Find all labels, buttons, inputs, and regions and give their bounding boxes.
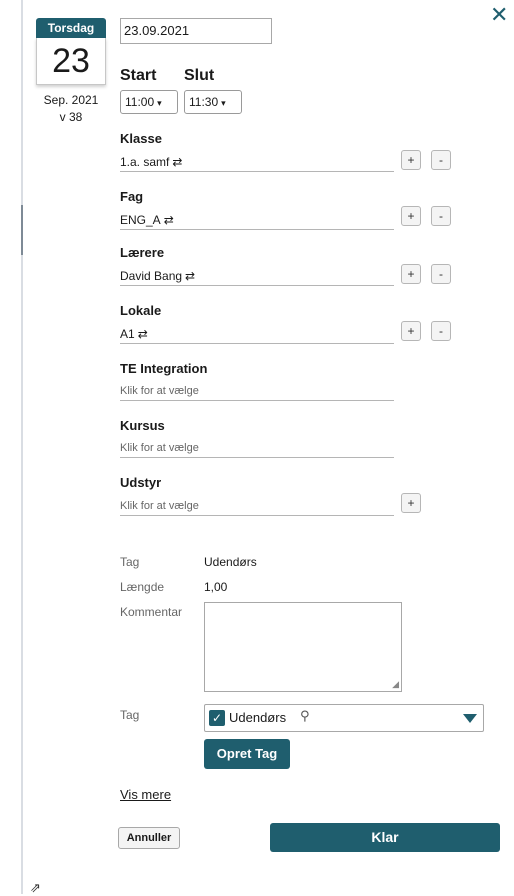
close-icon[interactable]: ✕ (490, 4, 508, 26)
tag-info-value: Udendørs (204, 555, 257, 569)
date-input[interactable]: 23.09.2021 (120, 18, 272, 44)
swap-icon[interactable]: ⇄ (172, 155, 182, 169)
klasse-add-button[interactable]: + (401, 150, 421, 170)
fag-remove-button[interactable]: - (431, 206, 451, 226)
lokale-field[interactable]: A1 ⇄ (120, 325, 394, 344)
left-panel-scroll-indicator[interactable] (21, 205, 23, 255)
start-time-value: 11:00 (125, 95, 155, 109)
calendar-day: 23 (36, 38, 106, 85)
laerere-value: David Bang (120, 269, 183, 283)
udstyr-field[interactable]: Klik for at vælge (120, 497, 394, 516)
lokale-remove-button[interactable]: - (431, 321, 451, 341)
length-value: 1,00 (204, 580, 228, 594)
tag-info-label: Tag (120, 555, 140, 569)
fag-field[interactable]: ENG_A ⇄ (120, 211, 394, 230)
udstyr-label: Udstyr (120, 475, 162, 490)
tag-select[interactable]: ✓ Udendørs ⚲ (204, 704, 484, 732)
kursus-field[interactable]: Klik for at vælge (120, 439, 394, 458)
te-integration-label: TE Integration (120, 361, 208, 376)
udstyr-add-button[interactable]: + (401, 493, 421, 513)
tag-select-label: Tag (120, 708, 140, 722)
laerere-label: Lærere (120, 245, 165, 260)
calendar-week: v 38 (59, 110, 83, 124)
klasse-label: Klasse (120, 131, 162, 146)
checkbox-checked-icon[interactable]: ✓ (209, 710, 225, 726)
comment-label: Kommentar (120, 605, 183, 619)
search-icon[interactable]: ⚲ (300, 708, 310, 724)
chevron-down-icon: ▾ (221, 98, 226, 108)
tag-select-value: Udendørs (229, 710, 287, 725)
length-label: Længde (120, 580, 165, 594)
resize-grip-icon[interactable]: ◢ (392, 679, 399, 690)
fag-add-button[interactable]: + (401, 206, 421, 226)
swap-icon[interactable]: ⇄ (138, 327, 148, 341)
klasse-value: 1.a. samf (120, 155, 170, 169)
fag-label: Fag (120, 189, 144, 204)
klasse-remove-button[interactable]: - (431, 150, 451, 170)
start-time-select[interactable]: 11:00 ▾ (120, 90, 178, 114)
lokale-label: Lokale (120, 303, 162, 318)
chevron-down-icon: ▾ (157, 98, 162, 108)
klasse-field[interactable]: 1.a. samf ⇄ (120, 153, 394, 172)
laerere-add-button[interactable]: + (401, 264, 421, 284)
swap-icon[interactable]: ⇄ (164, 213, 174, 227)
slut-time-value: 11:30 (189, 95, 219, 109)
calendar-month: Sep. 2021 (43, 93, 99, 107)
dropdown-arrow-icon[interactable] (463, 714, 477, 723)
start-label: Start (120, 67, 157, 84)
laerere-remove-button[interactable]: - (431, 264, 451, 284)
te-integration-field[interactable]: Klik for at vælge (120, 382, 394, 401)
lokale-add-button[interactable]: + (401, 321, 421, 341)
comment-textarea[interactable]: ◢ (204, 602, 402, 692)
laerere-field[interactable]: David Bang ⇄ (120, 267, 394, 286)
kursus-label: Kursus (120, 418, 165, 433)
cancel-button[interactable]: Annuller (118, 827, 180, 849)
fag-value: ENG_A (120, 213, 161, 227)
create-tag-button[interactable]: Opret Tag (204, 739, 290, 769)
show-more-link[interactable]: Vis mere (120, 787, 171, 802)
ok-button[interactable]: Klar (270, 823, 500, 852)
slut-label: Slut (184, 67, 215, 84)
slut-time-select[interactable]: 11:30 ▾ (184, 90, 242, 114)
lokale-value: A1 (120, 327, 135, 341)
calendar-weekday: Torsdag (36, 18, 106, 38)
left-panel-border (21, 0, 23, 894)
swap-icon[interactable]: ⇄ (185, 269, 195, 283)
calendar-badge: Torsdag 23 Sep. 2021 v 38 (36, 18, 106, 124)
